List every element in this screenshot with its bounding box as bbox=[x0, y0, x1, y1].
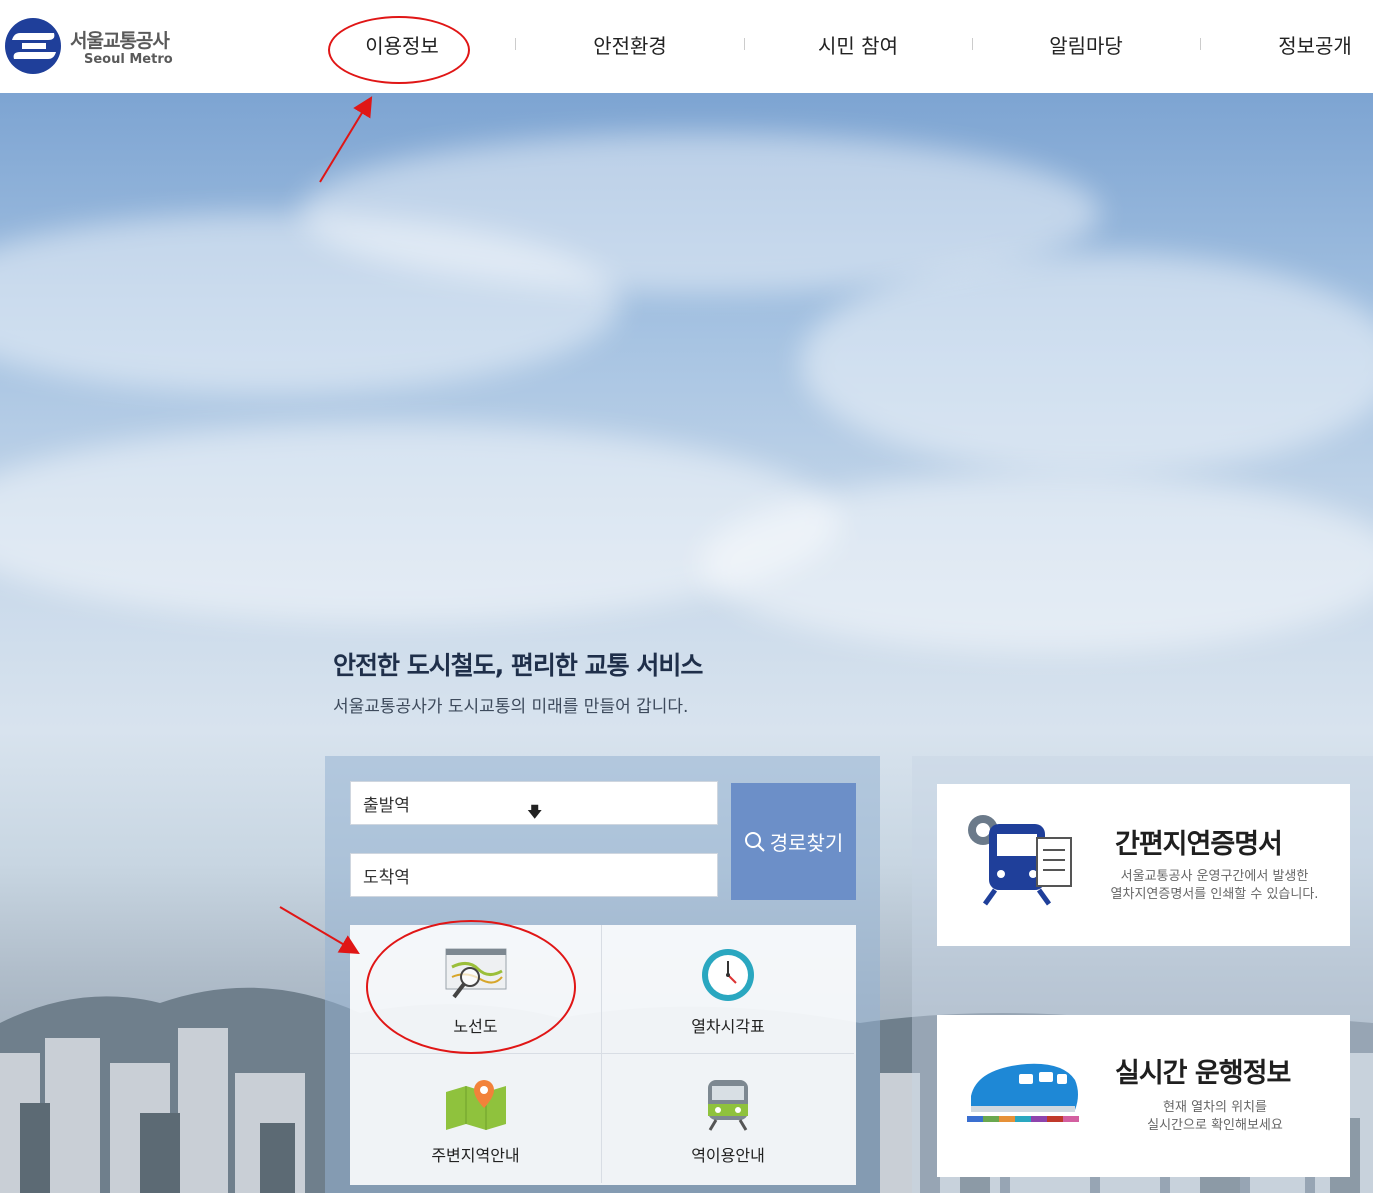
annotation-arrow-route-map bbox=[279, 906, 360, 955]
annotation-arrow-nav bbox=[319, 96, 373, 183]
annotation-arrows bbox=[279, 96, 373, 955]
